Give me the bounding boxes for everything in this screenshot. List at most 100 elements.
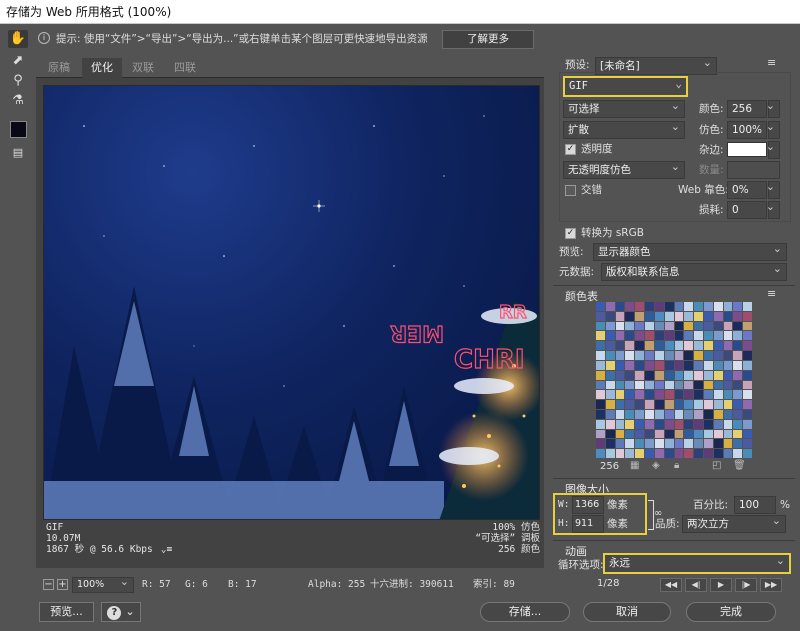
color-swatch[interactable] xyxy=(674,341,684,351)
color-swatch[interactable] xyxy=(605,380,615,390)
width-input[interactable]: 1366 xyxy=(572,496,604,514)
color-swatch[interactable] xyxy=(615,311,625,321)
color-swatch[interactable] xyxy=(654,311,664,321)
preview-in-browser-button[interactable]: 预览... xyxy=(39,602,94,622)
eyedropper-tool-icon[interactable]: ⚗ xyxy=(8,92,28,110)
color-swatch[interactable] xyxy=(645,370,654,380)
color-swatch[interactable] xyxy=(713,341,723,351)
color-swatch[interactable] xyxy=(723,331,733,341)
color-swatch[interactable] xyxy=(733,321,743,331)
color-swatch[interactable] xyxy=(674,429,684,439)
tab-4up[interactable]: 四联 xyxy=(164,58,206,78)
color-swatch[interactable] xyxy=(664,449,674,458)
zoom-select[interactable]: 100% xyxy=(72,575,134,593)
matte-dropdown[interactable] xyxy=(766,139,780,159)
color-swatch[interactable] xyxy=(615,380,625,390)
color-swatch[interactable] xyxy=(664,331,674,341)
color-swatch[interactable] xyxy=(703,302,713,311)
color-swatch[interactable] xyxy=(743,360,752,370)
color-swatch[interactable] xyxy=(605,360,615,370)
color-swatch[interactable] xyxy=(694,439,703,449)
color-swatch[interactable] xyxy=(645,331,654,341)
color-swatch[interactable] xyxy=(733,449,743,458)
color-swatch[interactable] xyxy=(713,351,723,360)
metadata-select[interactable]: 版权和联系信息 xyxy=(601,261,787,281)
color-swatch[interactable] xyxy=(625,449,635,458)
color-swatch[interactable] xyxy=(743,302,752,311)
color-swatch[interactable] xyxy=(723,360,733,370)
color-swatch[interactable] xyxy=(605,400,615,409)
color-swatch[interactable] xyxy=(664,351,674,360)
color-swatch[interactable] xyxy=(605,429,615,439)
color-swatch[interactable] xyxy=(605,390,615,400)
web-snap-input[interactable]: 0% xyxy=(727,181,767,199)
color-swatch[interactable] xyxy=(713,331,723,341)
color-swatch[interactable] xyxy=(654,321,664,331)
color-swatch[interactable] xyxy=(743,321,752,331)
lock-color-icon[interactable]: 🔒︎ xyxy=(674,460,679,471)
color-swatch[interactable] xyxy=(605,351,615,360)
color-swatch[interactable] xyxy=(645,311,654,321)
color-swatch[interactable] xyxy=(703,449,713,458)
color-swatch[interactable] xyxy=(743,380,752,390)
color-swatch[interactable] xyxy=(743,449,752,458)
lossy-dropdown[interactable] xyxy=(766,199,780,219)
color-swatch[interactable] xyxy=(625,419,635,429)
slice-select-tool-icon[interactable]: ⬈ xyxy=(8,52,28,70)
delete-color-icon[interactable]: 🗑︎ xyxy=(733,460,746,471)
color-swatch[interactable] xyxy=(596,380,605,390)
cancel-button[interactable]: 取消 xyxy=(583,602,671,622)
color-swatch[interactable] xyxy=(615,449,625,458)
color-swatch[interactable] xyxy=(713,321,723,331)
color-swatch[interactable] xyxy=(694,419,703,429)
color-swatch[interactable] xyxy=(664,419,674,429)
color-swatch[interactable] xyxy=(674,449,684,458)
colors-input[interactable]: 256 xyxy=(727,100,767,118)
color-swatch[interactable] xyxy=(596,360,605,370)
color-swatch[interactable] xyxy=(615,341,625,351)
color-swatch[interactable] xyxy=(645,429,654,439)
color-swatch[interactable] xyxy=(723,409,733,419)
color-swatch[interactable] xyxy=(703,400,713,409)
color-swatch[interactable] xyxy=(615,439,625,449)
color-swatch[interactable] xyxy=(684,351,694,360)
interlace-checkbox[interactable] xyxy=(565,185,576,196)
color-swatch[interactable] xyxy=(635,400,645,409)
color-swatch[interactable] xyxy=(733,419,743,429)
color-swatch[interactable] xyxy=(645,302,654,311)
color-swatch[interactable] xyxy=(723,370,733,380)
color-swatch[interactable] xyxy=(743,409,752,419)
color-swatch[interactable] xyxy=(596,439,605,449)
color-swatch[interactable] xyxy=(703,321,713,331)
color-swatch[interactable] xyxy=(625,390,635,400)
color-swatch[interactable] xyxy=(645,419,654,429)
color-swatch[interactable] xyxy=(664,370,674,380)
color-swatch[interactable] xyxy=(684,390,694,400)
color-swatch[interactable] xyxy=(635,351,645,360)
toggle-slices-icon[interactable]: ▤ xyxy=(8,144,28,162)
color-swatch[interactable] xyxy=(684,429,694,439)
color-swatch[interactable] xyxy=(605,341,615,351)
color-swatch[interactable] xyxy=(684,331,694,341)
format-select[interactable]: GIF xyxy=(563,75,688,97)
color-swatch[interactable] xyxy=(723,311,733,321)
color-swatch[interactable] xyxy=(596,409,605,419)
color-swatch[interactable] xyxy=(684,419,694,429)
color-swatch[interactable] xyxy=(743,390,752,400)
color-swatch[interactable] xyxy=(625,341,635,351)
color-swatch[interactable] xyxy=(733,311,743,321)
eyedropper-color-swatch[interactable] xyxy=(10,121,27,138)
color-swatch[interactable] xyxy=(713,370,723,380)
color-swatch[interactable] xyxy=(674,419,684,429)
color-swatch[interactable] xyxy=(605,370,615,380)
web-snap-dropdown[interactable] xyxy=(766,179,780,199)
save-button[interactable]: 存储... xyxy=(480,602,570,622)
color-swatch[interactable] xyxy=(674,370,684,380)
color-swatch[interactable] xyxy=(694,321,703,331)
color-swatch[interactable] xyxy=(684,449,694,458)
tab-2up[interactable]: 双联 xyxy=(122,58,164,78)
color-swatch[interactable] xyxy=(743,419,752,429)
color-swatch[interactable] xyxy=(703,370,713,380)
color-swatch[interactable] xyxy=(654,331,664,341)
color-swatch[interactable] xyxy=(684,400,694,409)
